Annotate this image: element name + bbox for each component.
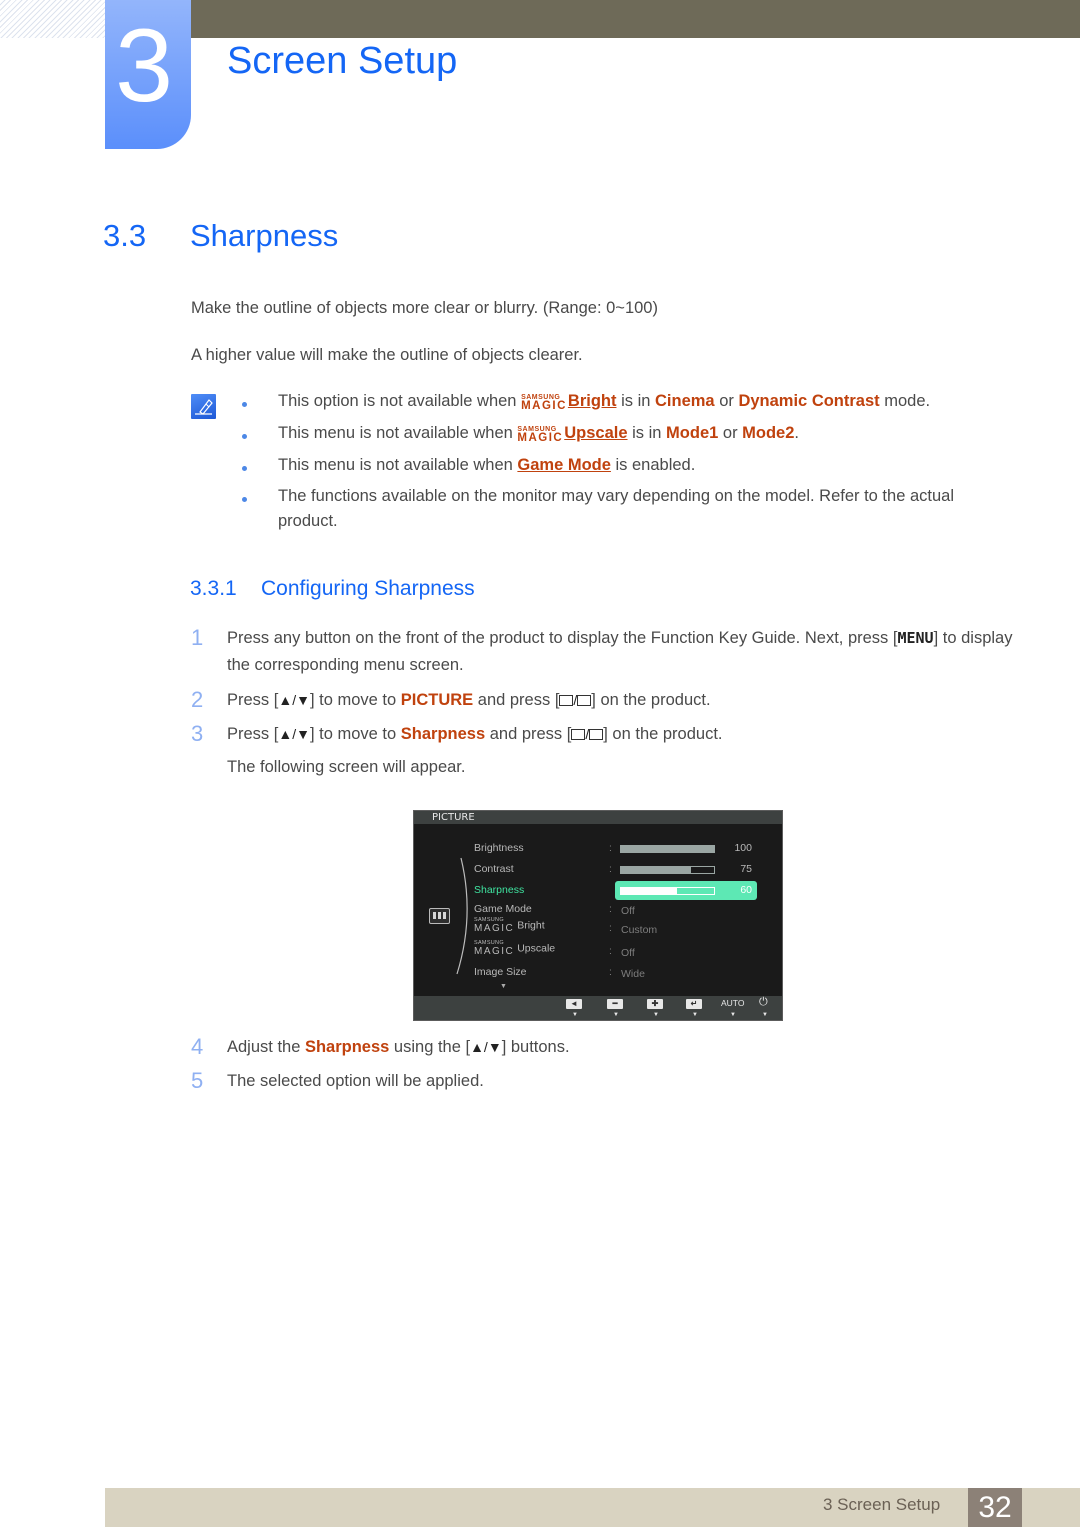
magic-upscale-link[interactable]: Upscale [564,424,627,442]
enter-key-icon [589,729,604,740]
bullet-dot [242,434,247,439]
chapter-badge: 3 [105,0,191,149]
minus-icon: ━ [607,999,623,1009]
osd-slider-value: 100 [734,842,752,854]
step-number: 5 [191,1068,204,1093]
section-paragraph: A higher value will make the outline of … [191,346,583,364]
subsection-number: 3.3.1 [190,577,237,600]
osd-row-label: SAMSUNG MAGIC Bright [474,917,545,934]
osd-row-colon: : [609,945,612,957]
menu-key-label: MENU [897,629,934,647]
osd-slider-value: 60 [740,884,752,896]
osd-row-label: Sharpness [474,884,525,896]
osd-more-indicator: ▼ [500,983,507,990]
osd-slider [620,845,715,853]
step-number: 2 [191,687,204,712]
osd-slider [620,887,715,895]
magic-bright-link[interactable]: Bright [568,392,617,410]
bullet-dot [242,402,247,407]
note-item: The functions available on the monitor m… [278,487,954,530]
osd-button-arrow-icon: ▼ [572,1012,578,1018]
note-item: This menu is not available when Game Mod… [278,456,696,474]
osd-slider [620,866,715,874]
osd-button-arrow-icon: ▼ [692,1012,698,1018]
up-down-arrow-icon: ▲/▼ [470,1039,502,1055]
osd-row-colon: : [609,966,612,978]
osd-row-value: Off [621,947,635,959]
enter-key-icon [577,695,592,706]
note-item: This menu is not available when SAMSUNG M… [278,424,800,444]
up-down-arrow-icon: ▲/▼ [278,726,310,742]
step-text: Press [▲/▼] to move to Sharpness and pre… [227,725,723,743]
note-pencil-icon [191,394,216,419]
osd-button-arrow-icon: ▼ [762,1012,768,1018]
osd-row-label: Contrast [474,863,514,875]
note-item: This option is not available when SAMSUN… [278,392,931,412]
osd-header: PICTURE [414,811,782,824]
footer-chapter-label: 3 Screen Setup [823,1495,941,1514]
osd-row-label: Image Size [474,966,527,978]
samsung-magic-logo: SAMSUNG MAGIC [521,394,567,412]
osd-row-label: Brightness [474,842,524,854]
osd-button-arrow-icon: ▼ [653,1012,659,1018]
osd-slider-fill [621,867,691,873]
enter-icon: ↵ [686,999,702,1009]
step-extra-text: The following screen will appear. [227,758,466,776]
chapter-number: 3 [115,8,173,124]
subsection-title: Configuring Sharpness [261,577,475,600]
osd-row-colon: : [609,903,612,915]
osd-row-colon: : [609,863,612,875]
osd-button-arrow-icon: ▼ [730,1012,736,1018]
section-paragraph: Make the outline of objects more clear o… [191,299,658,317]
osd-row-label: Game Mode [474,903,532,915]
samsung-magic-logo: SAMSUNG MAGIC [517,426,564,444]
game-mode-link[interactable]: Game Mode [517,456,611,474]
osd-slider-fill [621,888,677,894]
osd-row-colon: : [609,842,612,854]
step-number: 1 [191,625,204,650]
page-number: 32 [968,1488,1022,1527]
samsung-magic-logo: SAMSUNG MAGIC [474,917,515,934]
osd-row-label: SAMSUNG MAGIC Upscale [474,940,556,957]
step-text: Press any button on the front of the pro… [227,629,1013,674]
header-hatch-decoration [0,0,105,38]
chapter-title: Screen Setup [227,40,458,82]
source-key-icon [571,729,586,740]
osd-row-colon: : [609,884,612,896]
osd-row-value: Custom [621,924,658,936]
osd-slider-fill [621,846,714,852]
power-icon: ⏻ [759,996,768,1008]
bullet-dot [242,466,247,471]
left-arrow-icon: ◄ [566,999,582,1009]
source-key-icon [559,695,574,706]
picture-category-icon [429,908,450,924]
osd-row-value: Wide [621,968,645,980]
header-bar [190,0,1080,38]
osd-slider-value: 75 [740,863,752,875]
samsung-magic-logo: SAMSUNG MAGIC [474,940,515,957]
osd-title: PICTURE [432,812,475,823]
auto-label: AUTO [721,998,745,1008]
osd-button-arrow-icon: ▼ [613,1012,619,1018]
section-number: 3.3 [103,218,147,253]
step-text: Adjust the Sharpness using the [▲/▼] but… [227,1038,570,1056]
section-title: Sharpness [190,218,339,253]
step-number: 3 [191,721,204,746]
plus-icon: ✚ [647,999,663,1009]
step-number: 4 [191,1034,204,1059]
up-down-arrow-icon: ▲/▼ [278,692,310,708]
osd-row-colon: : [609,922,612,934]
step-text: The selected option will be applied. [227,1072,484,1090]
step-text: Press [▲/▼] to move to PICTURE and press… [227,691,711,709]
osd-row-value: Off [621,905,635,917]
bullet-dot [242,497,247,502]
